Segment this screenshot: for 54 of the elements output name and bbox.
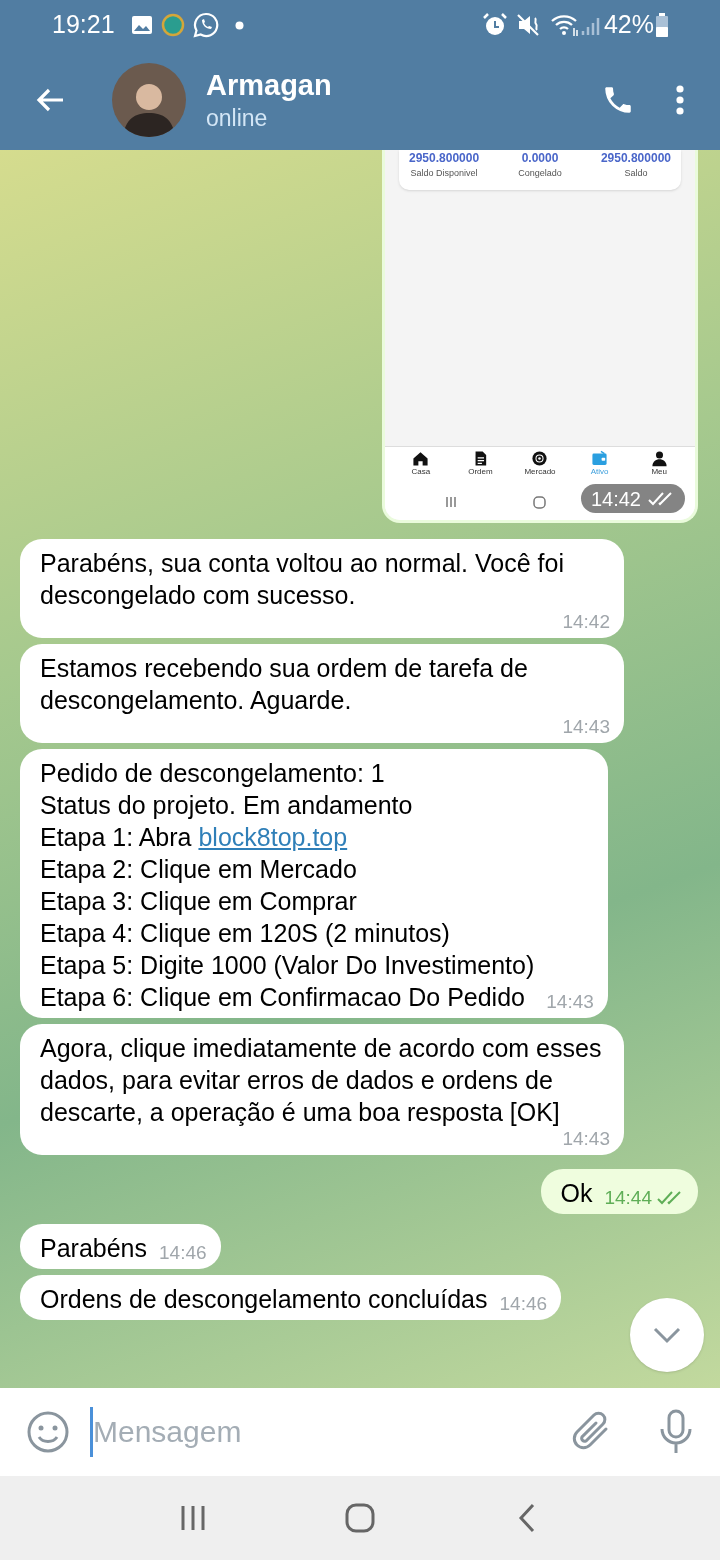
gallery-icon <box>130 15 153 35</box>
app-nav-tab[interactable]: Meu <box>634 450 685 477</box>
home-square-icon <box>533 495 546 509</box>
chat-bubble-icon <box>192 12 219 38</box>
balance-label: Saldo <box>624 167 648 180</box>
message-text: Parabéns <box>40 1233 148 1264</box>
message-time: 14:46 <box>499 1293 548 1315</box>
back-arrow-icon <box>35 87 65 113</box>
contact-name: Armagan <box>206 68 332 103</box>
status-time: 19:21 <box>52 9 115 41</box>
balance-amount: 0.0000 <box>521 150 559 166</box>
home-square-icon <box>345 1503 375 1533</box>
alarm-icon <box>481 12 508 38</box>
message-time: 14:42 <box>562 611 610 633</box>
message-text: Pedido de descongelamento: 1 Status do projeto. Em andamento Etapa 1: Abra block8top.top Etapa 2: Clique em Mercado Etapa 3: Clique em Comprar Etapa 4: Clique em 120S (2 minutos) Etapa 5: Digite 1000 (Valor Do Investimento) Etapa 6: Clique em Confirmacao Do Pedido <box>40 758 535 1013</box>
dot-icon <box>234 20 244 30</box>
back-chevron-icon <box>517 1503 536 1533</box>
message-text: Agora, clique imediatamente de acordo com esses dados, para evitar erros de dados e ordens de descarte, a operação é uma boa resposta [OK] <box>40 1033 603 1128</box>
recent-apps-icon <box>179 1504 208 1532</box>
battery-icon <box>656 13 668 37</box>
target-icon <box>531 450 549 467</box>
chevron-down-icon <box>652 1326 682 1344</box>
balance-amount: 2950.800000 <box>600 150 671 166</box>
link[interactable]: block8top.top <box>198 823 348 851</box>
balance-label: Congelado <box>518 167 562 180</box>
message-text: Parabéns, sua conta voltou ao normal. Você foi descongelado com sucesso. <box>40 548 565 611</box>
message-text: Ordens de descongelamento concluídas <box>40 1284 488 1315</box>
emoji-button[interactable] <box>26 1410 70 1454</box>
message-time: 14:44 <box>604 1187 652 1209</box>
app-nav-tab[interactable]: Ordem <box>455 450 506 477</box>
message-time: 14:43 <box>562 716 610 738</box>
balance-label: Saldo Disponivel <box>410 167 478 180</box>
smiley-icon <box>27 1411 69 1453</box>
message-text: Ok <box>560 1178 593 1209</box>
message-time: 14:46 <box>159 1242 207 1264</box>
battery-level: 42% <box>603 9 654 41</box>
message-time: 14:43 <box>562 1128 610 1150</box>
wifi-icon <box>549 12 580 38</box>
person-icon <box>650 450 668 467</box>
circle-app-icon <box>160 13 185 37</box>
message-text: Estamos recebendo sua ordem de tarefa de descongelamento. Aguarde. <box>40 653 529 716</box>
more-vertical-icon <box>676 85 684 115</box>
app-nav-tab[interactable]: Casa <box>395 450 446 477</box>
recent-apps-icon <box>445 496 457 508</box>
message-time: 14:42 <box>590 486 641 512</box>
message-time: 14:43 <box>546 991 594 1013</box>
balance-amount: 2950.800000 <box>409 150 480 166</box>
app-nav-tab[interactable]: Mercado <box>515 450 565 477</box>
contact-status: online <box>206 104 269 133</box>
home-icon <box>412 450 430 467</box>
screenshot-image[interactable]: 2950.800000 Saldo Disponivel 0.0000 Congelado 2950.800000 Saldo Casa Ordem Mercado Ativo Meu 14:42 <box>382 150 698 523</box>
wallet-icon <box>591 450 609 467</box>
message-input[interactable]: Mensagem <box>90 1407 570 1457</box>
microphone-icon <box>659 1409 693 1455</box>
